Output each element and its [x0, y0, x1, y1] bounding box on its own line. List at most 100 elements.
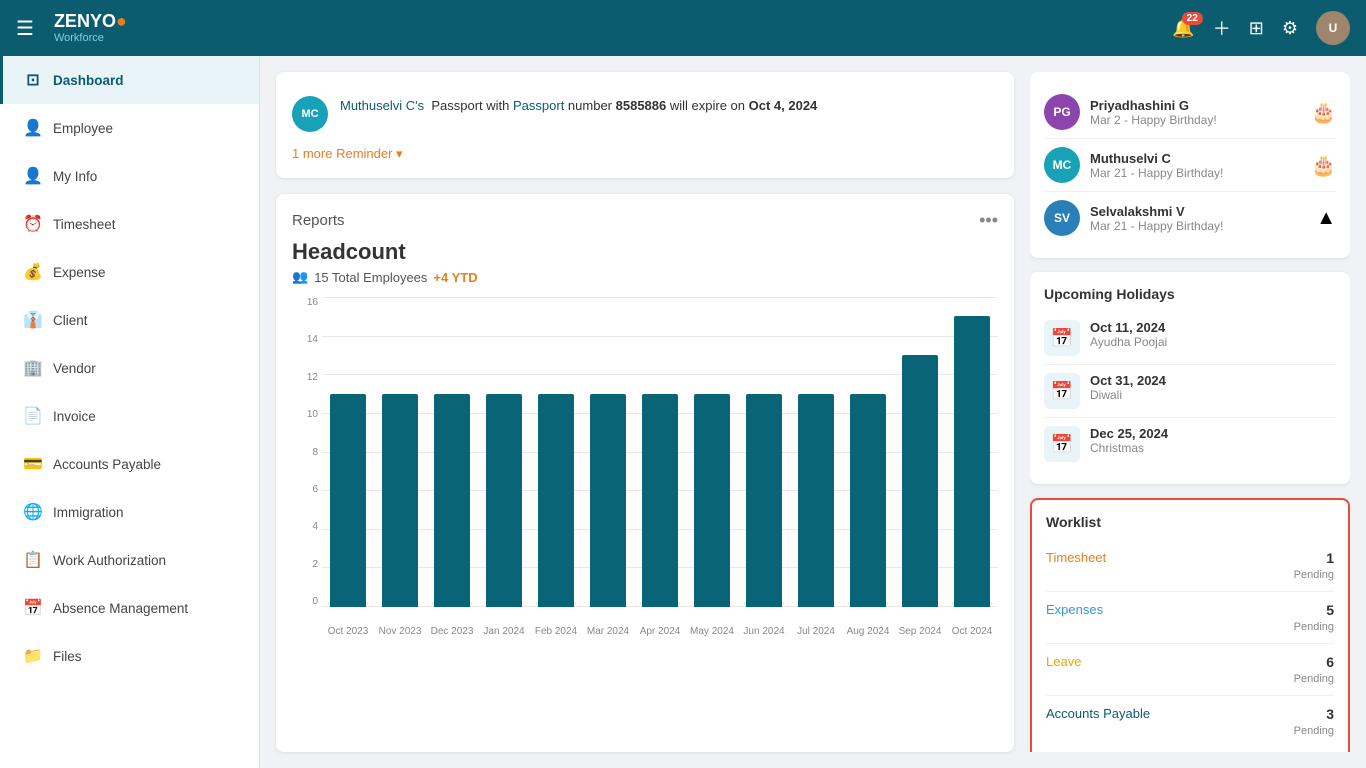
- files-icon: 📁: [23, 646, 43, 666]
- worklist-count-expenses: 5 Pending: [1294, 602, 1334, 633]
- holiday-row-3: 📅 Dec 25, 2024 Christmas: [1044, 418, 1336, 470]
- worklist-count-timesheet: 1 Pending: [1294, 550, 1334, 581]
- center-panel: MC Muthuselvi C's Passport with Passport…: [276, 72, 1014, 752]
- accounts-payable-icon: 💳: [23, 454, 43, 474]
- add-icon[interactable]: ＋: [1213, 15, 1231, 41]
- grid-icon[interactable]: ⊞: [1249, 18, 1264, 39]
- bar-Jan-2024[interactable]: [486, 394, 522, 607]
- y-axis: 16 14 12 10 8 6 4 2 0: [292, 297, 322, 607]
- bar-Mar-2024[interactable]: [590, 394, 626, 607]
- total-employees: 15 Total Employees: [314, 270, 427, 285]
- bar-group-12: [946, 297, 998, 607]
- worklist-pending-expenses: Pending: [1294, 621, 1334, 633]
- bar-group-10: [842, 297, 894, 607]
- worklist-pending-accounts-payable: Pending: [1294, 725, 1334, 737]
- sidebar-item-timesheet[interactable]: ⏰ Timesheet: [0, 200, 259, 248]
- bar-group-5: [582, 297, 634, 607]
- timesheet-icon: ⏰: [23, 214, 43, 234]
- bar-Jun-2024[interactable]: [746, 394, 782, 607]
- bar-Dec-2023[interactable]: [434, 394, 470, 607]
- x-label-5: Mar 2024: [583, 626, 633, 637]
- birthday-info-mc: Muthuselvi C Mar 21 - Happy Birthday!: [1090, 151, 1301, 180]
- layout: ⊡ Dashboard 👤 Employee 👤 My Info ⏰ Times…: [0, 56, 1366, 768]
- sidebar-item-employee[interactable]: 👤 Employee: [0, 104, 259, 152]
- birthday-date-mc: Mar 21 - Happy Birthday!: [1090, 166, 1301, 180]
- reports-more-button[interactable]: •••: [979, 210, 998, 231]
- worklist-label-timesheet[interactable]: Timesheet: [1046, 550, 1106, 565]
- worklist-label-accounts-payable[interactable]: Accounts Payable: [1046, 706, 1150, 721]
- reports-card: Reports ••• Headcount 👥 15 Total Employe…: [276, 194, 1014, 752]
- bar-Apr-2024[interactable]: [642, 394, 678, 607]
- settings-icon[interactable]: ⚙: [1282, 18, 1298, 39]
- sidebar-item-accounts-payable[interactable]: 💳 Accounts Payable: [0, 440, 259, 488]
- worklist-label-expenses[interactable]: Expenses: [1046, 602, 1103, 617]
- worklist-item-timesheet: Timesheet 1 Pending: [1046, 540, 1334, 592]
- holiday-cal-icon-3: 📅: [1044, 426, 1080, 462]
- sidebar-item-expense[interactable]: 💰 Expense: [0, 248, 259, 296]
- bar-Aug-2024[interactable]: [850, 394, 886, 607]
- sidebar-label-invoice: Invoice: [53, 409, 96, 424]
- birthday-info-sv: Selvalakshmi V Mar 21 - Happy Birthday!: [1090, 204, 1306, 233]
- sidebar-item-vendor[interactable]: 🏢 Vendor: [0, 344, 259, 392]
- holiday-date-2: Oct 31, 2024: [1090, 373, 1336, 388]
- reminder-avatar: MC: [292, 96, 328, 132]
- birthday-cake-icon-sv: ▲: [1316, 207, 1336, 230]
- expense-icon: 💰: [23, 262, 43, 282]
- sidebar-item-client[interactable]: 👔 Client: [0, 296, 259, 344]
- reminder-text: Muthuselvi C's Passport with Passport nu…: [340, 96, 817, 116]
- vendor-icon: 🏢: [23, 358, 43, 378]
- worklist-num-timesheet: 1: [1294, 550, 1334, 566]
- bar-May-2024[interactable]: [694, 394, 730, 607]
- hamburger-icon[interactable]: ☰: [16, 16, 34, 41]
- x-label-4: Feb 2024: [531, 626, 581, 637]
- holiday-info-3: Dec 25, 2024 Christmas: [1090, 426, 1336, 455]
- birthday-cake-icon: 🎂: [1311, 100, 1336, 125]
- bar-group-3: [478, 297, 530, 607]
- bar-Feb-2024[interactable]: [538, 394, 574, 607]
- sidebar-item-immigration[interactable]: 🌐 Immigration: [0, 488, 259, 536]
- sidebar-label-files: Files: [53, 649, 82, 664]
- bar-Sep-2024[interactable]: [902, 355, 938, 607]
- ytd-value: +4 YTD: [433, 270, 477, 285]
- birthday-avatar-sv: SV: [1044, 200, 1080, 236]
- x-label-12: Oct 2024: [947, 626, 997, 637]
- holidays-title: Upcoming Holidays: [1044, 286, 1336, 302]
- sidebar-item-work-authorization[interactable]: 📋 Work Authorization: [0, 536, 259, 584]
- sidebar-label-vendor: Vendor: [53, 361, 96, 376]
- sidebar-item-invoice[interactable]: 📄 Invoice: [0, 392, 259, 440]
- topnav: ☰ ZENYO● Workforce 🔔 22 ＋ ⊞ ⚙ U: [0, 0, 1366, 56]
- x-label-10: Aug 2024: [843, 626, 893, 637]
- sidebar-label-work-authorization: Work Authorization: [53, 553, 166, 568]
- sidebar-item-myinfo[interactable]: 👤 My Info: [0, 152, 259, 200]
- worklist-num-accounts-payable: 3: [1294, 706, 1334, 722]
- topnav-icons: 🔔 22 ＋ ⊞ ⚙ U: [1172, 11, 1350, 45]
- bar-Oct-2023[interactable]: [330, 394, 366, 607]
- sidebar-label-accounts-payable: Accounts Payable: [53, 457, 161, 472]
- x-axis: Oct 2023Nov 2023Dec 2023Jan 2024Feb 2024…: [322, 626, 998, 637]
- user-avatar[interactable]: U: [1316, 11, 1350, 45]
- birthday-name-pg: Priyadhashini G: [1090, 98, 1301, 113]
- holiday-name-1: Ayudha Poojai: [1090, 335, 1336, 349]
- sidebar-item-absence-management[interactable]: 📅 Absence Management: [0, 584, 259, 632]
- holiday-date-1: Oct 11, 2024: [1090, 320, 1336, 335]
- bar-Nov-2023[interactable]: [382, 394, 418, 607]
- notification-bell[interactable]: 🔔 22: [1172, 18, 1194, 39]
- bar-group-9: [790, 297, 842, 607]
- sidebar-label-myinfo: My Info: [53, 169, 97, 184]
- sidebar-item-dashboard[interactable]: ⊡ Dashboard: [0, 56, 259, 104]
- worklist-item-expenses: Expenses 5 Pending: [1046, 592, 1334, 644]
- birthday-card: PG Priyadhashini G Mar 2 - Happy Birthda…: [1030, 72, 1350, 258]
- worklist-count-leave: 6 Pending: [1294, 654, 1334, 685]
- sidebar-item-files[interactable]: 📁 Files: [0, 632, 259, 680]
- sidebar-label-timesheet: Timesheet: [53, 217, 116, 232]
- bar-Oct-2024[interactable]: [954, 316, 990, 607]
- bar-Jul-2024[interactable]: [798, 394, 834, 607]
- worklist-title: Worklist: [1046, 514, 1334, 530]
- holiday-row-2: 📅 Oct 31, 2024 Diwali: [1044, 365, 1336, 418]
- worklist-num-expenses: 5: [1294, 602, 1334, 618]
- sidebar-label-client: Client: [53, 313, 88, 328]
- more-reminder-link[interactable]: 1 more Reminder ▾: [292, 146, 998, 162]
- birthday-avatar-pg: PG: [1044, 94, 1080, 130]
- bar-group-0: [322, 297, 374, 607]
- worklist-label-leave[interactable]: Leave: [1046, 654, 1081, 669]
